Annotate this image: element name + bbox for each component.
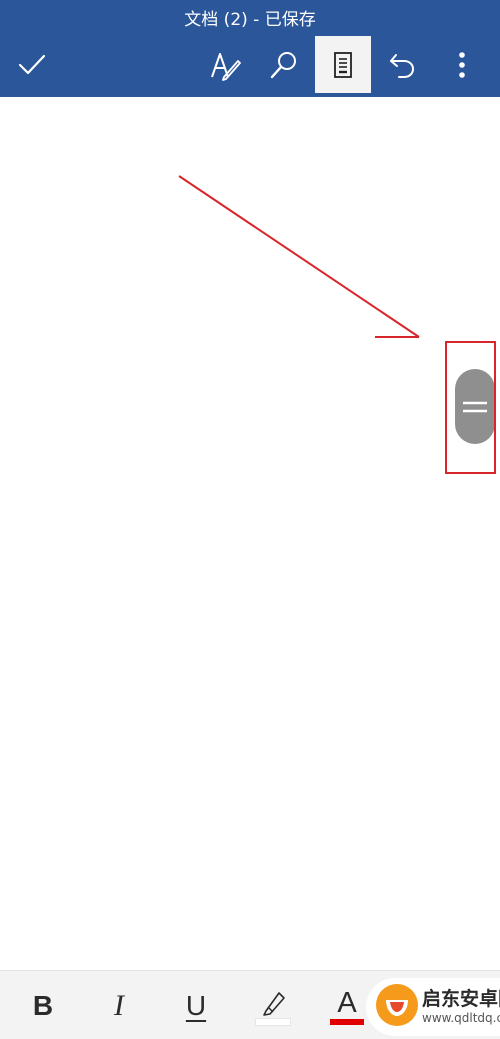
bold-button[interactable]: B — [20, 983, 66, 1029]
watermark: 启东安卓网 www.qdltdq.com — [366, 978, 500, 1036]
underline-button[interactable]: U — [173, 983, 219, 1029]
watermark-logo-icon — [376, 984, 418, 1026]
font-color-swatch — [330, 1018, 364, 1025]
highlighter-icon — [263, 991, 285, 1016]
font-color-label: A — [337, 986, 357, 1019]
annotation-arrow — [178, 175, 420, 338]
font-color-button[interactable]: A — [324, 983, 370, 1029]
annotation-highlight-box — [445, 341, 496, 474]
watermark-title: 启东安卓网 — [422, 988, 500, 1010]
italic-button[interactable]: I — [96, 983, 142, 1029]
highlight-button[interactable] — [250, 983, 296, 1029]
watermark-url: www.qdltdq.com — [422, 1011, 500, 1025]
highlight-color-swatch — [255, 1017, 291, 1026]
